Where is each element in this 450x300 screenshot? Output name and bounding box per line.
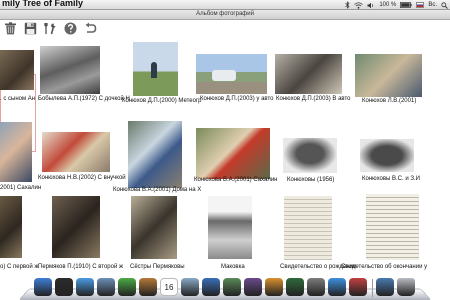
battery-icon[interactable] [400,2,412,8]
photo-caption: Конюхов Л.В.(2001) [362,98,417,104]
delete-button[interactable] [2,20,18,36]
dock-separator [372,279,373,297]
spotlight-icon[interactable] [441,1,448,9]
status-area: 100 % Вс. [345,0,448,10]
photo-caption: Конюховы (1956) [287,177,335,183]
photo-caption: 2001) Сахалин [0,185,42,191]
photo-caption: Конюхова В.А.(2001) Дома на Х [113,187,202,193]
window-titlebar: Альбом фотографий [0,10,450,20]
photo-thumbnail[interactable] [283,138,337,173]
tools-icon [43,22,55,34]
photo-thumbnail[interactable] [131,196,177,259]
photo-thumbnail[interactable] [196,128,270,179]
help-button[interactable] [62,20,78,36]
ichat-icon[interactable] [118,278,136,296]
photo-thumbnail[interactable] [196,54,267,94]
app-window: { "app": { "title": "mily Tree of Family… [0,0,450,300]
photo-grid: . с сыном Ан Бобылева А.П.(1972) С дочко… [0,36,450,276]
delete-icon [4,21,16,34]
photo-caption: Конюховы В.С. и З.И [362,176,420,182]
photo-thumbnail[interactable] [360,139,414,172]
photo-caption: Свидетельство об окончании у [341,264,428,270]
time-machine-icon[interactable] [286,278,304,296]
safari-icon[interactable] [76,278,94,296]
wifi-icon[interactable] [354,1,364,9]
photo-caption: Сёстры Пермяковы [130,264,185,270]
preview-icon[interactable] [181,278,199,296]
photo-thumbnail[interactable] [208,196,252,259]
photo-thumbnail[interactable] [133,42,178,96]
photo-thumbnail[interactable] [355,54,422,97]
photo-thumbnail[interactable] [52,196,100,258]
app-store-icon[interactable] [328,278,346,296]
app-title[interactable]: mily Tree of Family [2,0,83,8]
photo-thumbnail[interactable] [0,196,22,258]
address-book-icon[interactable] [139,278,157,296]
volume-icon[interactable] [367,2,375,9]
save-icon [24,22,36,34]
photo-caption: Конюхов Д.П.(2003) В авто [276,96,351,102]
photo-thumbnail[interactable] [284,196,332,260]
input-source-icon[interactable] [416,2,425,8]
photo-caption: Маковка [221,264,245,270]
undo-icon [85,22,96,33]
menu-bar: mily Tree of Family 100 % Вс. [0,0,450,10]
help-icon [64,22,76,34]
photo-thumbnail[interactable] [366,194,419,260]
save-button[interactable] [22,20,38,36]
finder-icon[interactable] [34,278,52,296]
battery-percent[interactable]: 100 % [379,2,396,8]
photo-caption: Пермяков П.(1910) С второй ж [38,264,124,270]
dashboard-icon[interactable] [55,278,73,296]
photo-caption: Конюхов Д.П.(2003) у авто [200,96,274,102]
downloads-icon[interactable] [376,278,394,296]
family-tree-icon[interactable] [349,278,367,296]
iphoto-icon[interactable] [223,278,241,296]
photo-thumbnail[interactable] [42,132,110,172]
dock: 16 [18,271,432,300]
imovie-icon[interactable] [244,278,262,296]
photo-caption: Конюхова В.А.(2001) Сахалин [194,177,278,183]
undo-button[interactable] [82,20,98,36]
photo-thumbnail[interactable] [40,46,100,94]
system-preferences-icon[interactable] [307,278,325,296]
garageband-icon[interactable] [265,278,283,296]
itunes-icon[interactable] [202,278,220,296]
mail-icon[interactable] [97,278,115,296]
trash-icon[interactable] [397,278,415,296]
clock-day[interactable]: Вс. [428,2,437,8]
window-title: Альбом фотографий [196,11,254,17]
photo-thumbnail[interactable] [128,121,182,188]
photo-caption: Конюхова Н.В.(2002) С внучкой [38,175,126,181]
photo-thumbnail[interactable] [0,122,32,182]
photo-caption: Конюхов Д.П.(2000) Метеогр [122,98,202,104]
tools-button[interactable] [42,20,58,36]
ical-icon[interactable]: 16 [160,278,178,296]
bluetooth-icon[interactable] [345,1,350,9]
photo-caption: о) С первой ж [0,264,39,270]
photo-caption: Бобылева А.П.(1972) С дочкой Н [38,96,130,102]
photo-caption: . с сыном Ан [0,96,36,102]
photo-thumbnail[interactable] [0,50,34,90]
photo-thumbnail[interactable] [275,54,342,94]
